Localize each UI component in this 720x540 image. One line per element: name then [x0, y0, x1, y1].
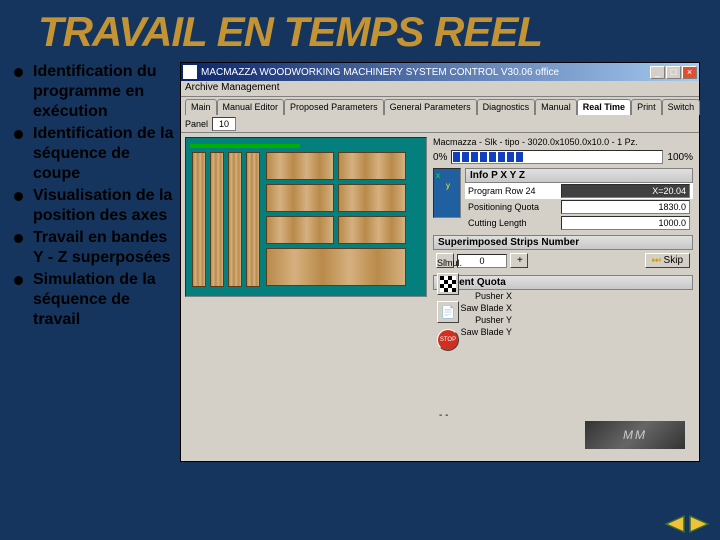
wood-strip — [210, 152, 224, 287]
info-heading: Info P X Y Z — [465, 168, 693, 183]
lower-pane — [185, 301, 427, 457]
program-row-label: Program Row 24 — [468, 186, 558, 196]
tab-proposed-params[interactable]: Proposed Parameters — [284, 99, 384, 115]
bullet-text: Identification de la séquence de coupe — [33, 124, 180, 184]
tab-realtime[interactable]: Real Time — [577, 99, 631, 115]
stop-button[interactable]: STOP — [437, 329, 459, 351]
bullet-dot — [14, 234, 23, 243]
minimize-button[interactable]: _ — [650, 66, 665, 79]
simul-label: Simul. — [437, 258, 462, 268]
bullet-text: Simulation de la séquence de travail — [33, 270, 180, 330]
wood-panel — [266, 184, 334, 212]
wood-panel — [338, 216, 406, 244]
bullet-dot — [14, 68, 23, 77]
strips-heading: Superimposed Strips Number — [433, 235, 693, 250]
tabbar: Main Manual Editor Proposed Parameters G… — [181, 97, 699, 115]
wood-strip — [246, 152, 260, 287]
wood-strip — [192, 152, 206, 287]
skip-icon: ⏭ — [652, 255, 661, 266]
progress-left-label: 0% — [433, 152, 447, 163]
panel-value: 10 — [212, 117, 236, 131]
flag-button[interactable] — [437, 273, 459, 295]
progressbar — [451, 150, 663, 164]
wood-panel — [338, 184, 406, 212]
maximize-button[interactable]: □ — [666, 66, 681, 79]
positioning-value: 1830.0 — [561, 200, 690, 214]
strips-value: 0 — [457, 254, 507, 268]
wood-panel — [266, 152, 334, 180]
bullet-dot — [14, 192, 23, 201]
document-icon: 📄 — [441, 305, 456, 319]
bullet-list: Identification du programme en exécution… — [0, 62, 180, 462]
tab-manual[interactable]: Manual — [535, 99, 577, 115]
nav-buttons — [662, 514, 712, 534]
tab-general-params[interactable]: General Parameters — [384, 99, 477, 115]
logo: MM — [585, 421, 685, 449]
cutting-length-label: Cutting Length — [468, 218, 558, 228]
bullet-dot — [14, 130, 23, 139]
tab-main[interactable]: Main — [185, 99, 217, 115]
checkered-flag-icon — [440, 276, 456, 292]
wood-panel — [266, 216, 334, 244]
tab-print[interactable]: Print — [631, 99, 662, 115]
bullet-text: Travail en bandes Y - Z superposées — [33, 228, 180, 268]
bullet-text: Visualisation de la position des axes — [33, 186, 180, 226]
dashes: - - — [439, 410, 448, 421]
wood-strip — [228, 152, 242, 287]
prev-slide-button[interactable] — [662, 514, 686, 534]
skip-button[interactable]: ⏭ Skip — [645, 253, 690, 268]
cutting-length-value: 1000.0 — [561, 216, 690, 230]
bullet-text: Identification du programme en exécution — [33, 62, 180, 122]
next-slide-button[interactable] — [688, 514, 712, 534]
tab-diagnostics[interactable]: Diagnostics — [477, 99, 536, 115]
document-button[interactable]: 📄 — [437, 301, 459, 323]
cutting-diagram — [185, 137, 427, 297]
menubar[interactable]: Archive Management — [181, 81, 699, 97]
titlebar: MACMAZZA WOODWORKING MACHINERY SYSTEM CO… — [181, 63, 699, 81]
positioning-label: Positioning Quota — [468, 202, 558, 212]
bullet-dot — [14, 276, 23, 285]
progress-indicator — [190, 144, 300, 148]
subbar: Panel 10 — [181, 115, 699, 133]
wood-panel — [338, 152, 406, 180]
panel-label: Panel — [185, 119, 208, 129]
quota-heading: Current Quota — [433, 275, 693, 290]
window-title: MACMAZZA WOODWORKING MACHINERY SYSTEM CO… — [201, 67, 649, 78]
tab-manual-editor[interactable]: Manual Editor — [217, 99, 285, 115]
slide-title: TRAVAIL EN TEMPS REEL — [0, 0, 720, 62]
axis-diagram: x y — [433, 168, 461, 218]
wood-panel — [266, 248, 406, 286]
app-window: MACMAZZA WOODWORKING MACHINERY SYSTEM CO… — [180, 62, 700, 462]
program-row-value: X=20.04 — [561, 184, 690, 198]
tab-switch[interactable]: Switch — [662, 99, 701, 115]
close-button[interactable]: × — [682, 66, 697, 79]
plus-button[interactable]: + — [510, 253, 528, 268]
app-icon — [183, 65, 197, 79]
progress-right-label: 100% — [667, 152, 693, 163]
program-line: Macmazza - Slk - tipo - 3020.0x1050.0x10… — [433, 137, 693, 147]
stop-icon: STOP — [440, 337, 456, 343]
